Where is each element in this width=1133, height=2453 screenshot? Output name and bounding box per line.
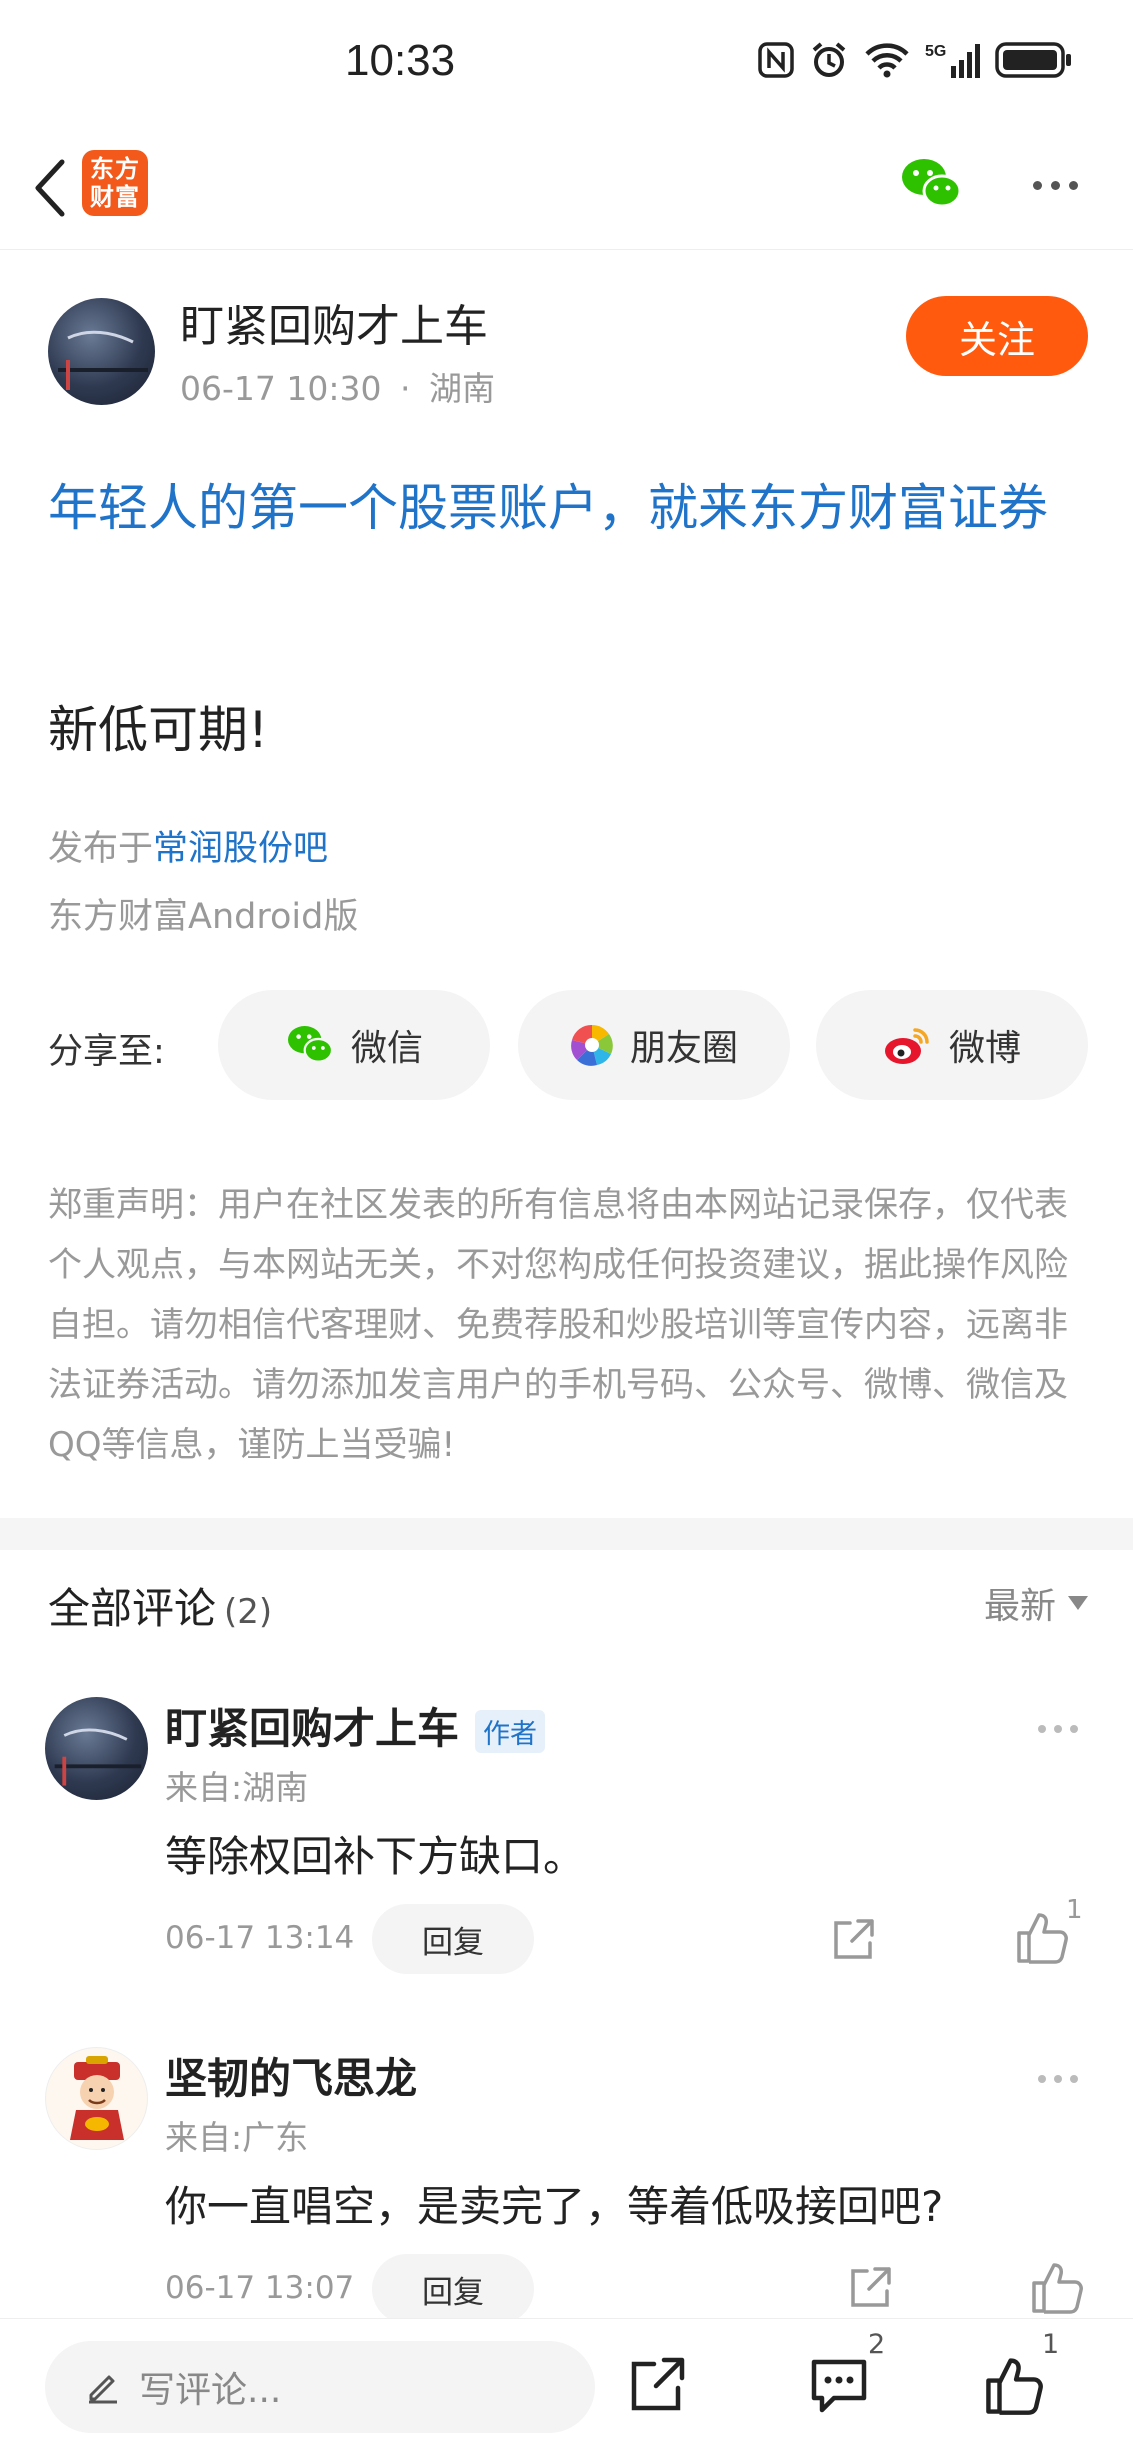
pencil-icon	[89, 2375, 117, 2404]
sort-label: 最新	[983, 1586, 1056, 1627]
post-meta: 06-17 10:30 · 湖南	[180, 369, 495, 408]
share-row: 分享至: 微信 朋友圈 微博	[48, 990, 1088, 1102]
commenter-name[interactable]: 盯紧回购才上车 作者	[165, 1695, 546, 1756]
share-weibo-button[interactable]: 微博	[816, 990, 1088, 1100]
nfc-icon	[758, 42, 794, 78]
comment-more-button[interactable]	[1038, 2075, 1078, 2083]
bottom-action-bar: 写评论... 2 1	[0, 2318, 1133, 2453]
post-time: 06-17 10:30	[180, 369, 382, 408]
comment-like-icon[interactable]	[1030, 2259, 1086, 2315]
commenter-name-text: 盯紧回购才上车	[165, 1704, 460, 1753]
svg-text:5G: 5G	[925, 43, 946, 60]
share-icon[interactable]	[626, 2354, 688, 2416]
reply-button[interactable]: 回复	[372, 2254, 534, 2324]
published-prefix: 发布于	[48, 829, 154, 869]
like-icon[interactable]	[984, 2354, 1046, 2416]
signal-5g-icon: 5G	[925, 43, 980, 78]
wifi-icon	[865, 43, 909, 78]
app-logo: 东方 财富	[82, 150, 148, 216]
bar-link[interactable]: 常润股份吧	[153, 829, 328, 869]
comments-title: 全部评论 (2)	[48, 1575, 272, 1636]
wechat-icon	[902, 159, 962, 208]
share-moments-button[interactable]: 朋友圈	[518, 990, 790, 1100]
post-author-header: 盯紧回购才上车 06-17 10:30 · 湖南 关注	[0, 290, 1133, 420]
follow-button[interactable]: 关注	[906, 296, 1088, 376]
caret-down-icon	[1068, 1596, 1088, 1610]
comment-location: 来自:广东	[165, 2118, 309, 2157]
author-name[interactable]: 盯紧回购才上车	[180, 290, 488, 354]
wechat-icon	[287, 1026, 334, 1063]
nav-bar: 东方 财富	[0, 125, 1133, 250]
share-wechat-button[interactable]: 微信	[218, 990, 490, 1100]
author-avatar[interactable]	[48, 298, 155, 405]
comments-header: 全部评论 (2) 最新	[48, 1575, 1088, 1635]
comment-text: 你一直唱空，是卖完了，等着低吸接回吧?	[165, 2182, 944, 2231]
section-divider	[0, 1518, 1133, 1550]
comment-share-icon[interactable]	[828, 1915, 878, 1965]
commenter-avatar[interactable]	[45, 2047, 148, 2150]
comments-title-label: 全部评论	[48, 1584, 217, 1633]
comment-time: 06-17 13:14	[165, 1920, 355, 1956]
status-bar: 10:33 5G	[0, 0, 1133, 125]
post-location: 湖南	[428, 369, 495, 408]
weibo-icon	[884, 1028, 929, 1064]
post-title[interactable]: 年轻人的第一个股票账户，就来东方财富证券	[48, 468, 1098, 548]
published-in: 发布于常润股份吧	[48, 820, 328, 871]
comments-count: (2)	[224, 1592, 273, 1632]
more-icon	[1038, 1725, 1046, 1733]
moments-icon	[571, 1024, 613, 1066]
chevron-left-icon	[35, 159, 65, 217]
sort-dropdown[interactable]: 最新	[984, 1577, 1088, 1629]
share-wechat-label: 微信	[350, 1028, 423, 1069]
reply-button[interactable]: 回复	[372, 1904, 534, 1974]
comment-location: 来自:湖南	[165, 1768, 309, 1807]
share-weibo-label: 微博	[948, 1028, 1021, 1069]
share-moments-label: 朋友圈	[629, 1028, 738, 1069]
alarm-icon	[812, 42, 846, 77]
disclaimer: 郑重声明：用户在社区发表的所有信息将由本网站记录保存，仅代表个人观点，与本网站无…	[48, 1185, 1068, 1465]
comment-more-button[interactable]	[1038, 1725, 1078, 1733]
comment-share-icon[interactable]	[845, 2263, 895, 2313]
share-label: 分享至:	[48, 1032, 165, 1072]
commenter-avatar[interactable]	[45, 1697, 148, 1800]
wechat-share-button[interactable]	[900, 155, 962, 215]
commenter-name[interactable]: 坚韧的飞思龙	[165, 2045, 417, 2106]
status-icons: 5G	[757, 40, 1073, 80]
battery-icon	[995, 42, 1071, 78]
comment-text: 等除权回补下方缺口。	[165, 1832, 586, 1881]
post-body: 新低可期!	[48, 701, 269, 759]
back-button[interactable]	[20, 153, 80, 223]
more-icon	[1038, 2075, 1046, 2083]
comment-total-count: 2	[868, 2329, 886, 2360]
comment-input-placeholder: 写评论...	[139, 2370, 282, 2411]
comment-like-count: 1	[1066, 1895, 1083, 1925]
status-time: 10:33	[345, 36, 456, 85]
client-info: 东方财富Android版	[48, 897, 359, 937]
comment-like-icon[interactable]	[1015, 1909, 1071, 1965]
comment-input[interactable]: 写评论...	[45, 2341, 595, 2433]
like-total-count: 1	[1042, 2329, 1060, 2360]
author-badge: 作者	[475, 1710, 546, 1753]
comment-icon[interactable]	[808, 2354, 870, 2416]
comment-time: 06-17 13:07	[165, 2270, 355, 2306]
more-options-button[interactable]	[1020, 155, 1090, 215]
more-icon	[1032, 180, 1042, 190]
